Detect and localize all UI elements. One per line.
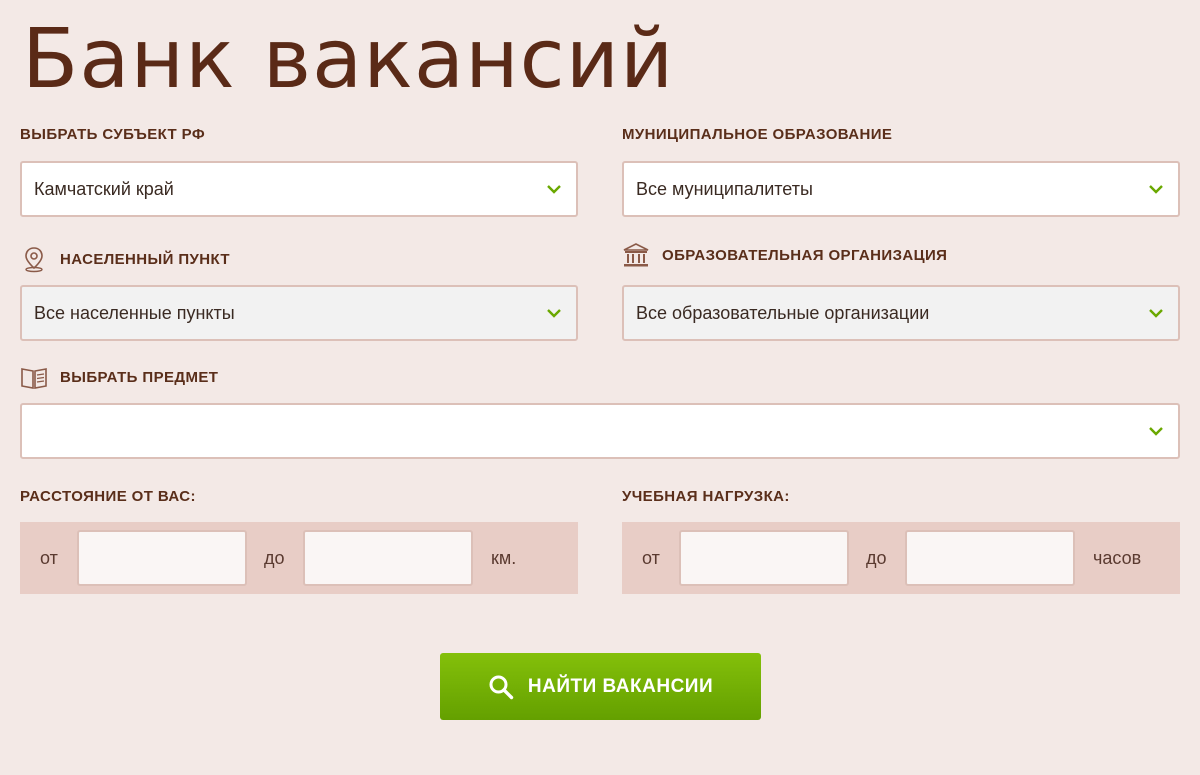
workload-to-label: до (866, 547, 887, 568)
chevron-down-icon (547, 309, 561, 318)
workload-unit: часов (1093, 547, 1142, 568)
page-title: Банк вакансий (22, 12, 675, 107)
settlement-select-value: Все населенные пункты (34, 302, 235, 323)
municipality-select[interactable]: Все муниципалитеты (622, 161, 1180, 217)
municipality-label: МУНИЦИПАЛЬНОЕ ОБРАЗОВАНИЕ (622, 126, 893, 143)
organization-label: ОБРАЗОВАТЕЛЬНАЯ ОРГАНИЗАЦИЯ (662, 246, 948, 264)
distance-from-input[interactable] (77, 530, 247, 586)
region-select-value: Камчатский край (34, 178, 174, 199)
distance-from-label: от (40, 547, 58, 568)
distance-to-input[interactable] (303, 530, 473, 586)
institution-icon (623, 243, 649, 267)
subject-label: ВЫБРАТЬ ПРЕДМЕТ (60, 368, 219, 386)
subject-select[interactable] (20, 403, 1180, 459)
chevron-down-icon (1149, 427, 1163, 436)
organization-label-row: ОБРАЗОВАТЕЛЬНАЯ ОРГАНИЗАЦИЯ (622, 241, 947, 269)
search-vacancies-button[interactable]: НАЙТИ ВАКАНСИИ (440, 653, 761, 720)
region-select[interactable]: Камчатский край (20, 161, 578, 217)
organization-select[interactable]: Все образовательные организации (622, 285, 1180, 341)
book-icon (21, 368, 47, 389)
chevron-down-icon (1149, 185, 1163, 194)
workload-range: от до часов (622, 522, 1180, 594)
distance-unit: км. (491, 547, 517, 568)
settlement-select[interactable]: Все населенные пункты (20, 285, 578, 341)
chevron-down-icon (547, 185, 561, 194)
settlement-label-row: НАСЕЛЕННЫЙ ПУНКТ (20, 245, 230, 273)
chevron-down-icon (1149, 309, 1163, 318)
settlement-label: НАСЕЛЕННЫЙ ПУНКТ (60, 250, 230, 268)
distance-to-label: до (264, 547, 285, 568)
subject-label-row: ВЫБРАТЬ ПРЕДМЕТ (20, 363, 218, 391)
search-icon (489, 675, 514, 699)
municipality-select-value: Все муниципалитеты (636, 178, 813, 199)
workload-from-label: от (642, 547, 660, 568)
distance-range: от до км. (20, 522, 578, 594)
organization-select-value: Все образовательные организации (636, 302, 930, 323)
workload-to-input[interactable] (905, 530, 1075, 586)
workload-from-input[interactable] (679, 530, 849, 586)
workload-label: УЧЕБНАЯ НАГРУЗКА: (622, 488, 790, 505)
search-button-label: НАЙТИ ВАКАНСИИ (527, 675, 714, 697)
distance-label: РАССТОЯНИЕ ОТ ВАС: (20, 488, 196, 505)
location-pin-icon (25, 247, 43, 273)
region-label: ВЫБРАТЬ СУБЪЕКТ РФ (20, 126, 206, 143)
